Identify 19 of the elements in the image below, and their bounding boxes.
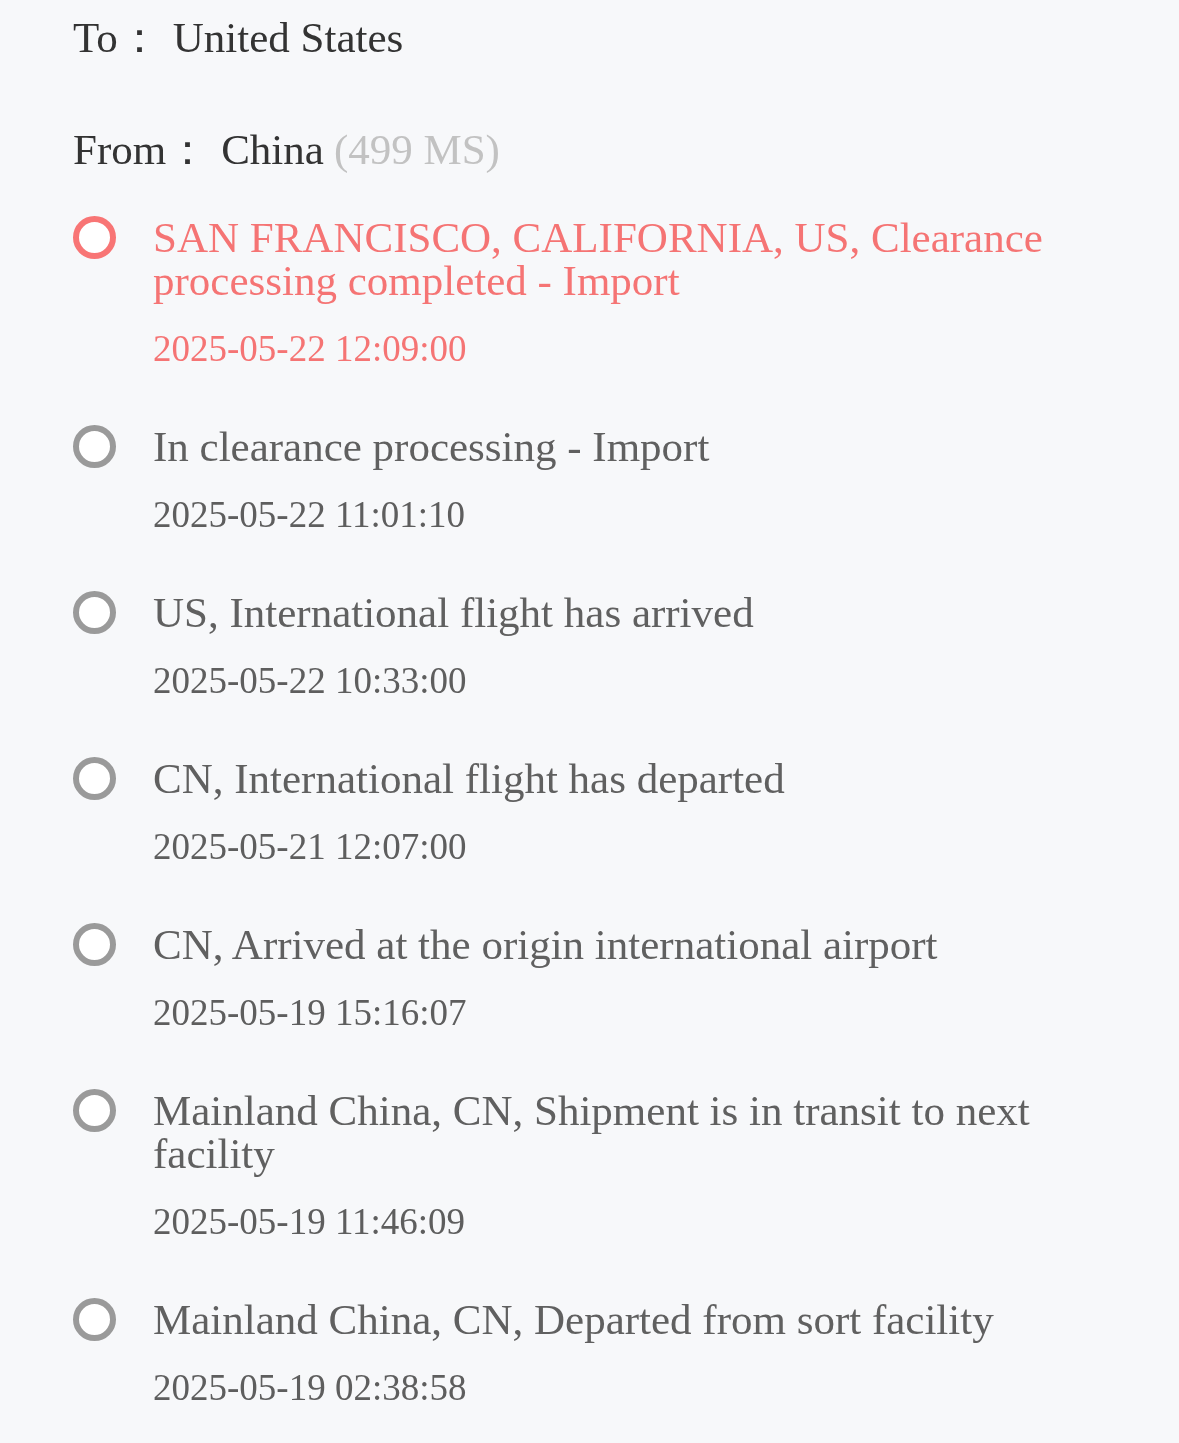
origin-label: From： <box>73 125 210 175</box>
event-time: 2025-05-22 11:01:10 <box>153 495 467 535</box>
event-time: 2025-05-22 12:09:00 <box>153 329 468 369</box>
transit-time: (499 MS) <box>333 125 500 175</box>
event-description: SAN FRANCISCO, CALIFORNIA, US, Clearance processing completed - Import <box>153 216 1044 302</box>
event-description: CN, Arrived at the origin international airport <box>153 923 939 966</box>
event-description: US, International flight has arrived <box>153 591 755 634</box>
event-time: 2025-05-21 12:07:00 <box>153 827 468 867</box>
event-description: CN, International flight has departed <box>153 757 786 800</box>
destination-label: To： <box>73 13 161 63</box>
destination-value: United States <box>172 13 404 63</box>
event-time: 2025-05-19 11:46:09 <box>153 1202 467 1242</box>
event-time: 2025-05-19 02:38:58 <box>153 1368 468 1408</box>
event-description: Mainland China, CN, Departed from sort facility <box>153 1298 995 1341</box>
origin-value: China <box>221 125 324 175</box>
event-description: In clearance processing - Import <box>153 425 711 468</box>
event-description: Mainland China, CN, Shipment is in transit to next facility <box>153 1089 1031 1175</box>
event-time: 2025-05-19 15:16:07 <box>153 993 468 1033</box>
event-time: 2025-05-22 10:33:00 <box>153 661 468 701</box>
